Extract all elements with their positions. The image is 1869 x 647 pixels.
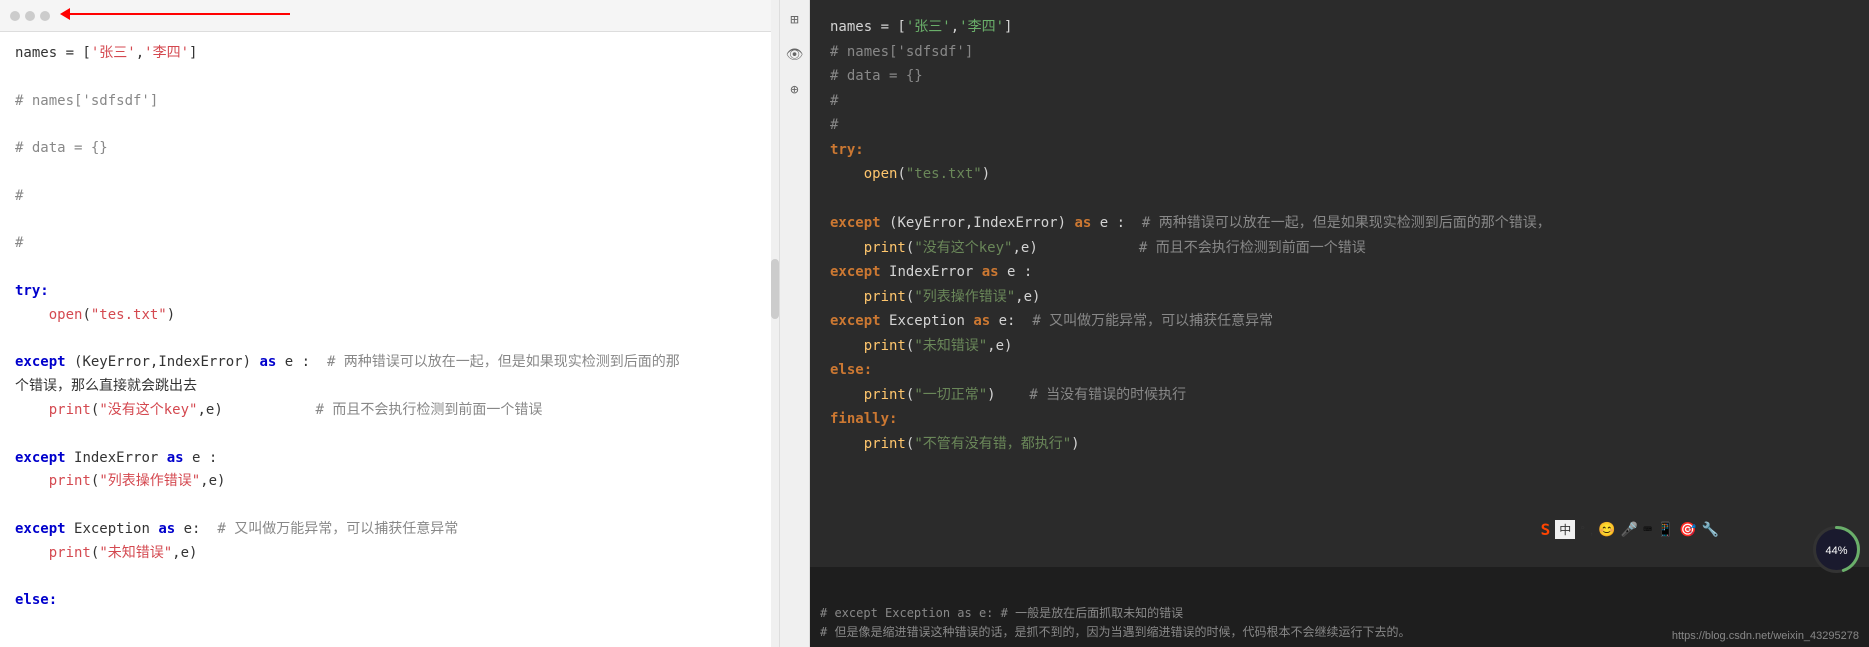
r-code-line: print("未知错误",e): [830, 334, 1849, 359]
code-line: [15, 113, 764, 137]
code-line: # names['sdfsdf']: [15, 90, 764, 114]
code-line: names = ['张三','李四']: [15, 42, 764, 66]
middle-tools: ⊞ 👁 ⊕: [780, 0, 810, 647]
code-line: [15, 256, 764, 280]
percent-circle: 44%: [1809, 522, 1864, 577]
r-code-line: print("不管有没有错，都执行"): [830, 432, 1849, 457]
code-line: 个错误，那么直接就会跳出去: [15, 375, 764, 399]
collapse-icon[interactable]: ⊞: [785, 10, 805, 30]
bottom-comment-1: # except Exception as e: # 一般是放在后面抓取未知的错…: [820, 604, 1859, 623]
r-code-line: except (KeyError,IndexError) as e : # 两种…: [830, 211, 1849, 236]
code-line: [15, 566, 764, 590]
input-mic[interactable]: 🎤: [1621, 522, 1638, 538]
code-line: [15, 66, 764, 90]
svg-text:44%: 44%: [1825, 545, 1847, 557]
code-line: except IndexError as e :: [15, 447, 764, 471]
code-line: [15, 494, 764, 518]
input-method-bar[interactable]: S 中 ° , 😊 🎤 ⌨ 📱 🎯 🔧: [1541, 520, 1719, 539]
r-code-line: [830, 187, 1849, 212]
r-code-line: except Exception as e: # 又叫做万能异常，可以捕获任意异…: [830, 309, 1849, 334]
dot2: [25, 11, 35, 21]
r-code-line: #: [830, 113, 1849, 138]
dot1: [10, 11, 20, 21]
code-line: open("tes.txt"): [15, 304, 764, 328]
arrow-line: [70, 13, 290, 15]
window-dots: [10, 11, 50, 21]
left-scrollbar-thumb[interactable]: [771, 259, 779, 319]
code-line: print("列表操作错误",e): [15, 470, 764, 494]
code-line: else:: [15, 589, 764, 613]
code-line: # data = {}: [15, 137, 764, 161]
r-code-line: #: [830, 89, 1849, 114]
left-top-bar: [0, 0, 779, 32]
right-panel: names = ['张三','李四'] # names['sdfsdf'] # …: [810, 0, 1869, 647]
input-comma[interactable]: ,: [1590, 523, 1593, 537]
code-line: [15, 209, 764, 233]
r-code-line: except IndexError as e :: [830, 260, 1849, 285]
r-code-line: # data = {}: [830, 64, 1849, 89]
code-line: [15, 423, 764, 447]
eye-icon[interactable]: 👁: [785, 45, 805, 65]
input-phone[interactable]: 📱: [1657, 522, 1674, 538]
right-code: names = ['张三','李四'] # names['sdfsdf'] # …: [810, 0, 1869, 567]
code-line: [15, 161, 764, 185]
input-keyboard[interactable]: ⌨: [1643, 522, 1651, 538]
left-scrollbar[interactable]: [771, 0, 779, 647]
code-line: except (KeyError,IndexError) as e : # 两种…: [15, 351, 764, 375]
arrow-head: [60, 8, 70, 20]
input-emoji[interactable]: 😊: [1598, 522, 1615, 538]
plus-icon[interactable]: ⊕: [785, 80, 805, 100]
left-panel: names = ['张三','李四'] # names['sdfsdf'] # …: [0, 0, 780, 647]
sougou-logo: S: [1541, 520, 1551, 539]
url-bar: https://blog.csdn.net/weixin_43295278: [1672, 630, 1859, 642]
left-code: names = ['张三','李四'] # names['sdfsdf'] # …: [0, 32, 779, 647]
r-code-line: print("列表操作错误",e): [830, 285, 1849, 310]
code-line: print("没有这个key",e) # 而且不会执行检测到前面一个错误: [15, 399, 764, 423]
r-code-line: open("tes.txt"): [830, 162, 1849, 187]
r-code-line: finally:: [830, 407, 1849, 432]
r-code-line: else:: [830, 358, 1849, 383]
code-line: #: [15, 232, 764, 256]
code-line: try:: [15, 280, 764, 304]
r-code-line: # names['sdfsdf']: [830, 40, 1849, 65]
code-line: except Exception as e: # 又叫做万能异常，可以捕获任意异…: [15, 518, 764, 542]
code-line: #: [15, 185, 764, 209]
input-settings[interactable]: 🔧: [1702, 522, 1719, 538]
code-line: print("未知错误",e): [15, 542, 764, 566]
r-code-line: print("一切正常") # 当没有错误的时候执行: [830, 383, 1849, 408]
r-code-line: names = ['张三','李四']: [830, 15, 1849, 40]
input-target[interactable]: 🎯: [1679, 522, 1696, 538]
input-cn[interactable]: 中: [1555, 520, 1575, 539]
input-punct[interactable]: °: [1580, 523, 1585, 537]
r-code-line: print("没有这个key",e) # 而且不会执行检测到前面一个错误: [830, 236, 1849, 261]
r-code-line: try:: [830, 138, 1849, 163]
code-line: [15, 328, 764, 352]
dot3: [40, 11, 50, 21]
red-arrow: [60, 8, 290, 20]
